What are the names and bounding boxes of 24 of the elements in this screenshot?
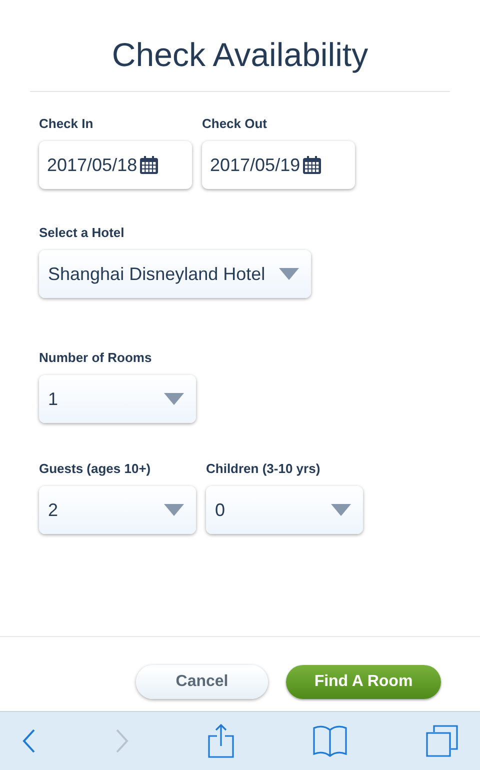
field-label: Guests (ages 10+) [39,461,152,478]
date-field[interactable]: 2017/05/19 [202,141,355,189]
field-label: Check In [39,116,94,133]
share-icon[interactable] [208,724,234,758]
dropdown[interactable]: Shanghai Disneyland Hotel [39,250,311,298]
book-icon[interactable] [313,725,347,757]
back-icon[interactable] [22,729,36,753]
page-title: Check Availability [110,35,370,75]
date-field[interactable]: 2017/05/18 [39,141,192,189]
field-label: Select a Hotel [39,225,126,242]
field-label: Number of Rooms [39,350,153,367]
calendar-icon [139,155,160,175]
field-label: Check Out [202,116,268,133]
field-label: Children (3-10 yrs) [206,461,322,478]
calendar-icon [302,155,322,175]
dropdown-arrow-icon [279,268,299,280]
dropdown[interactable]: 2 [39,486,196,534]
dropdown-arrow-icon [164,393,184,405]
dropdown[interactable]: 1 [39,375,196,423]
cancel-button[interactable]: Cancel [136,665,268,699]
tabs-icon[interactable] [426,725,458,757]
dropdown-arrow-icon [164,504,184,516]
dropdown[interactable]: 0 [206,486,363,534]
dropdown-arrow-icon [331,504,351,516]
